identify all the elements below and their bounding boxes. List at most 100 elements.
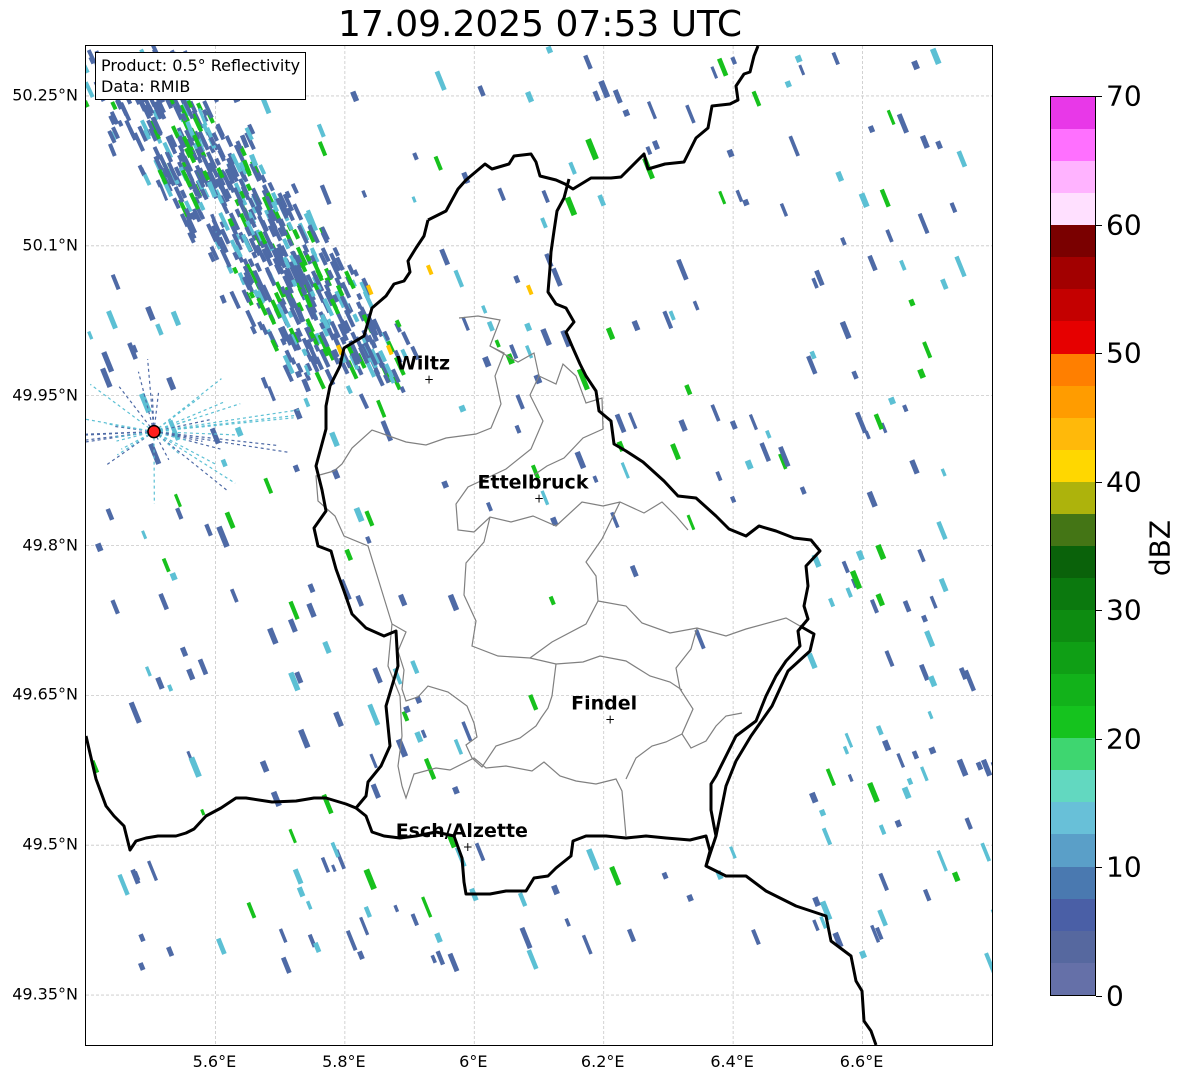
colorbar-tick-label: 0 [1106, 979, 1124, 1013]
echo-cell [298, 728, 311, 749]
echo-cell [434, 70, 447, 91]
echo-cell [307, 583, 316, 594]
colorbar-segment [1051, 706, 1095, 739]
echo-cell [917, 212, 930, 235]
echo-cell [548, 595, 556, 606]
echo-cell [894, 819, 903, 828]
canton-border-echternach [597, 600, 801, 637]
echo-cell [841, 560, 850, 574]
echo-cell [936, 520, 948, 541]
radar-site [147, 424, 161, 439]
map-title: 17.09.2025 07:53 UTC [337, 4, 743, 45]
echo-cell [564, 917, 571, 927]
echo-cell [526, 284, 534, 296]
echo-cell [896, 113, 909, 134]
lat-tick-label: 50.25°N [12, 85, 78, 105]
echo-cell [877, 909, 888, 927]
echo-cell [303, 397, 311, 408]
echo-cell [631, 319, 641, 332]
echo-cell [784, 80, 792, 89]
radar-map[interactable]: + Wiltz + Ettelbruck + Findel + Esch/Alzette [85, 45, 993, 1046]
echo-cell [481, 305, 488, 314]
echo-cell [433, 155, 443, 171]
echo-cell [305, 900, 313, 910]
echo-cell [806, 652, 818, 670]
colorbar-segment [1051, 834, 1095, 867]
echo-cell [357, 950, 365, 961]
echo-cell [821, 827, 833, 846]
city-marker: + [534, 492, 544, 506]
echo-cell [166, 946, 175, 957]
echo-cell [270, 790, 282, 807]
echo-cell [620, 462, 630, 479]
echo-cell [564, 196, 578, 217]
echo-cell [477, 85, 486, 97]
echo-cell [935, 140, 943, 150]
echo-cell [812, 919, 820, 932]
echo-cell [869, 598, 879, 614]
echo-cell [875, 593, 885, 607]
echo-cell [204, 523, 213, 537]
echo-cell [421, 896, 433, 918]
colorbar-segment [1051, 193, 1095, 226]
colorbar-tick-label: 50 [1106, 336, 1142, 370]
echo-cell [234, 426, 244, 438]
echo-cell [540, 328, 552, 347]
echo-cell [828, 597, 836, 608]
colorbar-segment [1051, 545, 1095, 578]
echo-cell [86, 62, 90, 74]
echo-cell [110, 273, 121, 291]
echo-cell [921, 614, 928, 623]
echo-cell [141, 530, 148, 540]
echo-cell [592, 475, 599, 484]
echo-cell [497, 187, 506, 202]
echo-cell [301, 378, 311, 393]
echo-cell [799, 486, 807, 495]
echo-cell [441, 480, 449, 489]
echo-cell [875, 725, 884, 736]
echo-cell [851, 370, 859, 380]
echo-cell [166, 376, 177, 391]
echo-cell [452, 786, 460, 795]
echo-cell [929, 595, 938, 609]
echo-cell [145, 666, 152, 677]
echo-cell [292, 228, 300, 240]
echo-cell [528, 694, 539, 711]
colorbar-tick [1096, 738, 1102, 740]
echo-cell [359, 916, 370, 936]
echo-cell [908, 298, 916, 307]
echo-cell [110, 599, 120, 615]
echo-cell [956, 758, 969, 777]
echo-cell [858, 192, 870, 208]
echo-cell [128, 701, 142, 724]
colorbar-tick [1096, 867, 1102, 869]
echo-cell [525, 90, 535, 103]
echo-cell [345, 385, 353, 395]
echo-cell [169, 572, 178, 582]
canton-border-west [315, 470, 393, 625]
colorbar-segment [1051, 866, 1095, 899]
echo-cell [320, 856, 331, 874]
echo-cell [259, 760, 270, 773]
echo-cell [574, 450, 587, 470]
echo-cell [292, 868, 304, 885]
echo-cell [461, 721, 473, 742]
echo-cell [884, 650, 895, 667]
echo-cell [147, 860, 158, 882]
echo-cell [622, 109, 631, 117]
colorbar-segment [1051, 962, 1095, 995]
echo-cell [798, 64, 806, 76]
echo-cell [401, 331, 411, 346]
colorbar-segment [1051, 898, 1095, 931]
echo-cell [515, 394, 525, 410]
echo-cell [765, 429, 772, 439]
clutter-ray [153, 401, 224, 433]
colorbar-segment [1051, 161, 1095, 194]
echo-cell [686, 514, 696, 531]
colorbar-tick-label: 60 [1106, 208, 1142, 242]
city-label: Ettelbruck [478, 472, 589, 494]
radar-site-marker [147, 424, 161, 439]
echo-cell [597, 194, 607, 207]
echo-cell [551, 267, 563, 287]
echo-cell [612, 89, 623, 104]
